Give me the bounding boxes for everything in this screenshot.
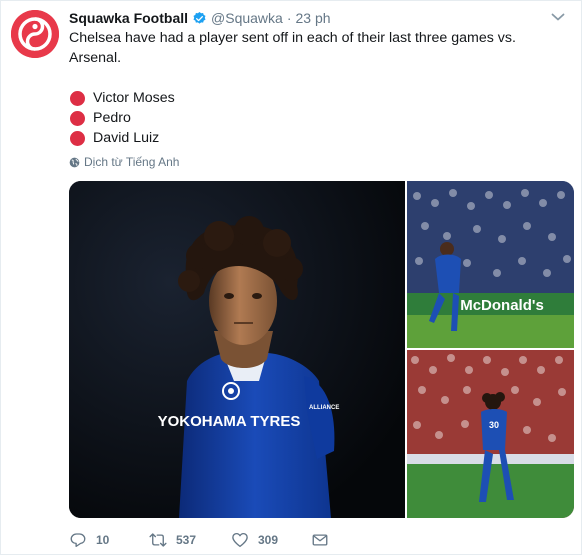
tweet-text: Chelsea have had a player sent off in ea… <box>69 29 539 68</box>
list-item: David Luiz <box>69 128 175 148</box>
retweet-button[interactable]: 537 <box>149 531 231 549</box>
verified-badge-icon <box>193 11 206 24</box>
reply-icon <box>70 533 86 548</box>
player-photo-image: YOKOHAMA TYRES ALLIANCE <box>69 181 405 518</box>
like-count: 309 <box>258 533 279 547</box>
tweet-text-line: Arsenal. <box>69 49 122 66</box>
author-handle[interactable]: @Squawka <box>211 10 283 26</box>
board-text: McDonald's <box>460 297 544 314</box>
like-button[interactable]: 309 <box>231 531 311 549</box>
retweet-count: 537 <box>176 533 197 547</box>
player-name: Victor Moses <box>93 90 175 106</box>
photo-main[interactable]: YOKOHAMA TYRES ALLIANCE <box>69 181 405 518</box>
envelope-icon <box>312 534 328 546</box>
reply-count: 10 <box>96 533 110 547</box>
tweet-header: Squawka Football @Squawka · 23 ph <box>69 10 331 26</box>
player-name: David Luiz <box>93 130 160 146</box>
author-name[interactable]: Squawka Football <box>69 10 188 26</box>
list-item: Pedro <box>69 108 175 128</box>
photo-bottom-right[interactable]: 30 <box>407 350 574 518</box>
translate-link[interactable]: Dịch từ Tiếng Anh <box>69 155 179 169</box>
shirt-number-text: 30 <box>489 420 499 430</box>
shirt-sponsor-text: YOKOHAMA TYRES <box>158 413 301 430</box>
list-item: Victor Moses <box>69 88 175 108</box>
sleeve-sponsor-text: ALLIANCE <box>309 405 339 411</box>
red-circle-icon <box>70 110 85 126</box>
separator-dot: · <box>286 10 292 26</box>
retweet-icon <box>149 533 167 547</box>
media-grid: YOKOHAMA TYRES ALLIANCE McDonald's 30 <box>69 181 574 518</box>
photo-top-right[interactable]: McDonald's <box>407 181 574 348</box>
player-photo-image: McDonald's <box>407 181 574 348</box>
avatar[interactable] <box>11 10 59 58</box>
tweet-timestamp[interactable]: 23 ph <box>296 10 331 26</box>
red-circle-icon <box>70 90 85 106</box>
translate-label: Dịch từ Tiếng Anh <box>84 155 180 169</box>
squawka-logo-icon <box>11 10 59 58</box>
tweet-text-line: Chelsea have had a player sent off in ea… <box>69 30 516 46</box>
red-circle-icon <box>70 130 85 146</box>
dm-button[interactable] <box>311 531 338 549</box>
globe-icon <box>69 157 80 167</box>
player-name: Pedro <box>93 110 131 126</box>
tweet-actions: 10 537 309 <box>69 531 338 549</box>
tweet-card: Squawka Football @Squawka · 23 ph Chelse… <box>0 0 582 555</box>
reply-button[interactable]: 10 <box>69 531 149 549</box>
player-photo-image: 30 <box>407 350 574 518</box>
player-list: Victor Moses Pedro David Luiz <box>69 88 175 148</box>
chevron-down-icon[interactable] <box>551 12 565 22</box>
heart-icon <box>232 532 248 548</box>
